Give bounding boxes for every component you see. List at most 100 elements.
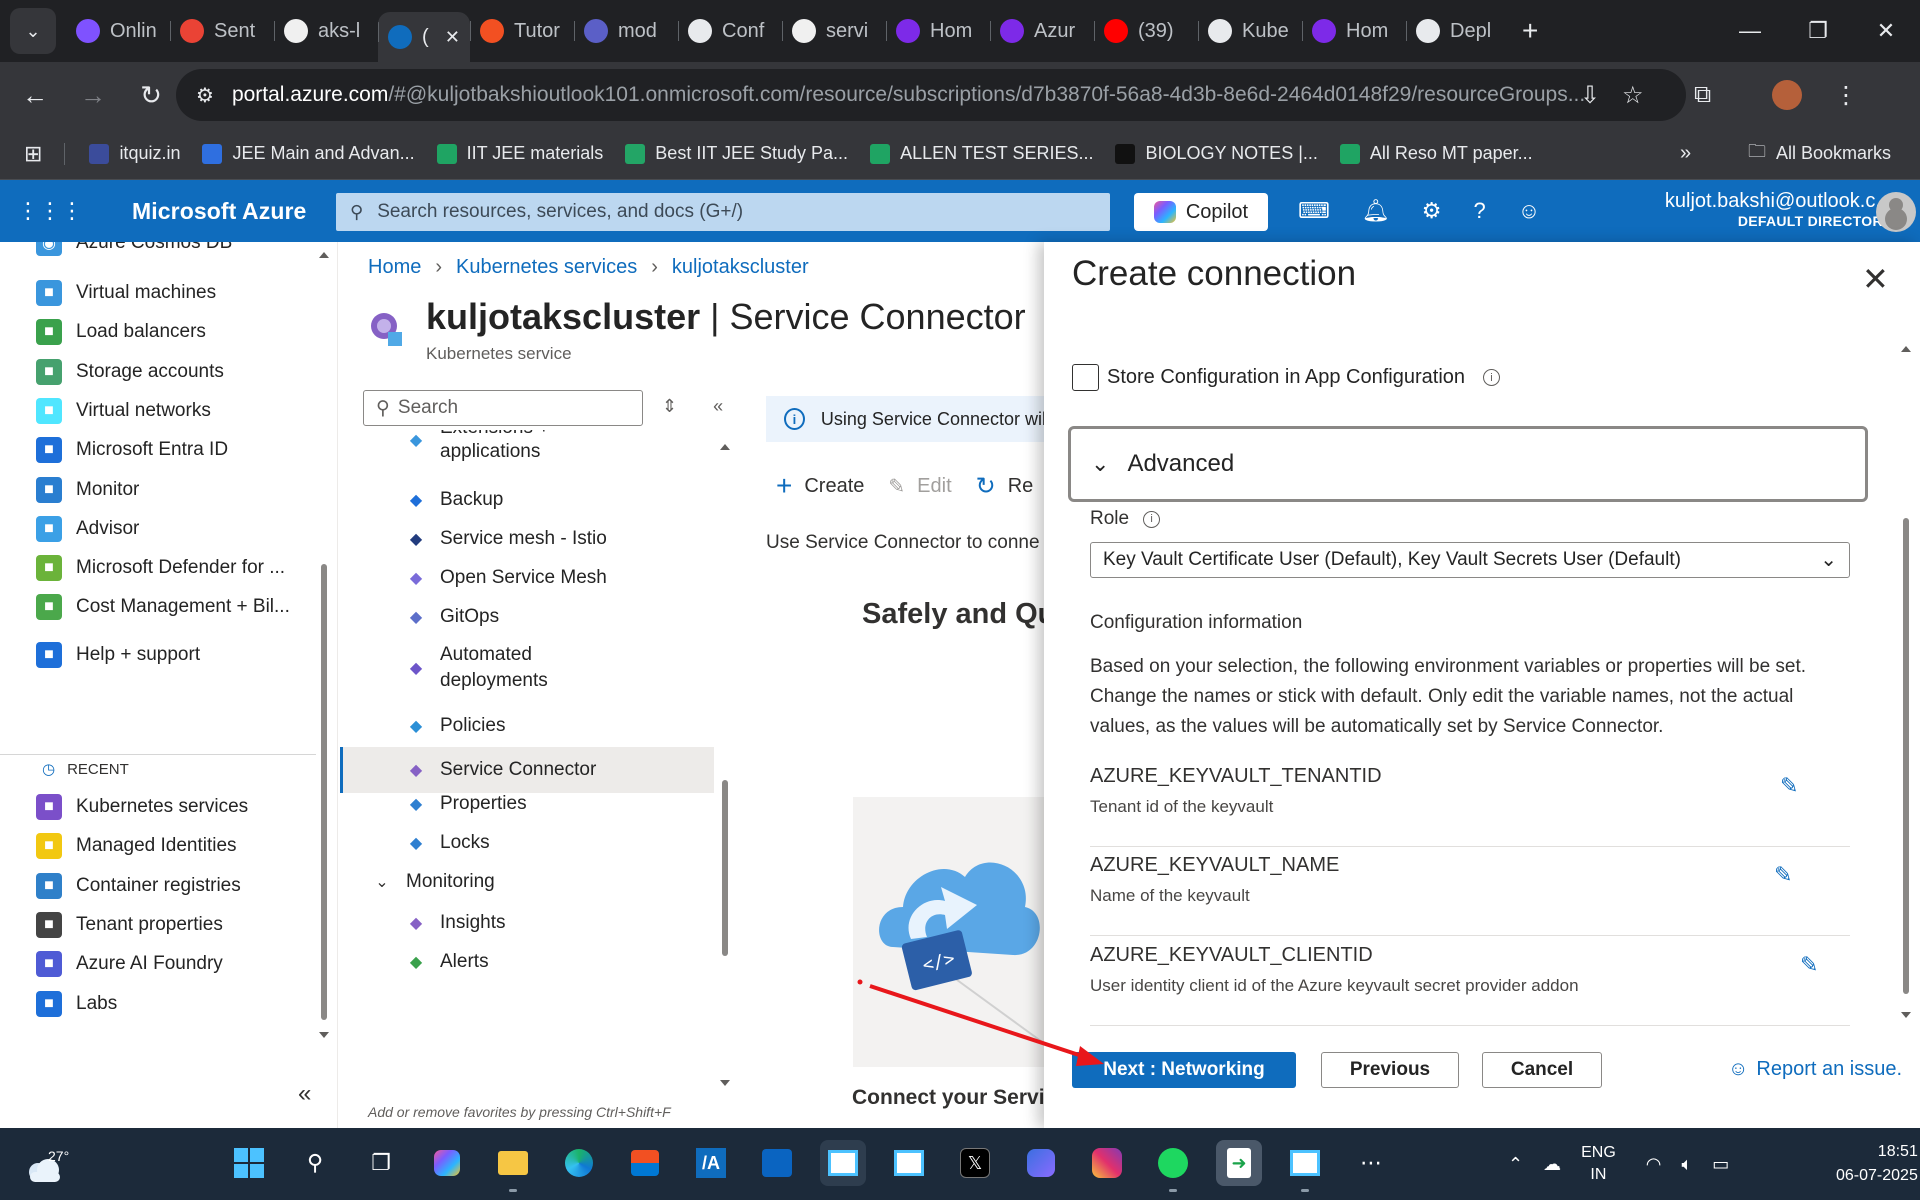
browser-tab[interactable]: Conf	[678, 11, 782, 51]
browser-menu-icon[interactable]: ⋮	[1834, 81, 1858, 110]
resource-menu-item[interactable]: ◆ Backup	[340, 482, 714, 518]
browser-tab[interactable]: Sent	[170, 11, 274, 51]
all-bookmarks-button[interactable]: 🗀 All Bookmarks	[1748, 139, 1891, 169]
resource-menu-item[interactable]: ◆ Automated deployments	[340, 640, 714, 696]
browser-tab[interactable]: Depl	[1406, 11, 1510, 51]
profile-avatar[interactable]	[1772, 80, 1802, 110]
resource-menu-item[interactable]: ◆ Open Service Mesh	[340, 560, 714, 596]
forward-button[interactable]: →	[70, 80, 116, 111]
browser-tab[interactable]: Kube	[1198, 11, 1302, 51]
settings-gear-icon[interactable]: ⚙	[1422, 198, 1442, 224]
site-info-icon[interactable]: ⚙	[196, 83, 214, 108]
volume-icon[interactable]: 🔈︎	[1681, 1154, 1692, 1175]
edit-pencil-icon[interactable]: ✎	[1780, 773, 1798, 799]
expand-collapse-icon[interactable]: ⇕	[662, 396, 677, 417]
store-config-checkbox[interactable]	[1072, 364, 1099, 391]
panel-scrollbar[interactable]	[1900, 342, 1912, 1022]
browser-tab[interactable]: Azur	[990, 11, 1094, 51]
onedrive-icon[interactable]: ☁	[1543, 1154, 1561, 1175]
browser-tab[interactable]: Tutor	[470, 11, 574, 51]
remote-app-icon[interactable]: ➜	[1216, 1140, 1262, 1186]
copilot-button[interactable]: Copilot	[1134, 193, 1268, 231]
nav-item[interactable]: ■ Storage accounts	[36, 358, 224, 385]
feedback-icon[interactable]: ☺	[1518, 198, 1540, 224]
browser-tab[interactable]: mod	[574, 11, 678, 51]
nav-item[interactable]: ■ Microsoft Entra ID	[36, 437, 228, 464]
bookmark-item[interactable]: Best IIT JEE Study Pa...	[625, 143, 848, 164]
next-networking-button[interactable]: Next : Networking	[1072, 1052, 1296, 1088]
resource-menu-item[interactable]: ◆ Insights	[340, 905, 714, 941]
spotify-icon[interactable]	[1150, 1140, 1196, 1192]
nav-item[interactable]: ■ Microsoft Defender for ...	[36, 555, 285, 582]
close-tab-icon[interactable]: ✕	[445, 27, 460, 48]
breadcrumb-cluster[interactable]: kuljotakscluster	[672, 256, 809, 279]
resource-menu-item[interactable]: ◆ Properties	[340, 786, 714, 822]
nav-item[interactable]: ■ Kubernetes services	[36, 794, 248, 820]
resource-menu-item[interactable]: ◆ Locks	[340, 825, 714, 861]
reload-button[interactable]: ↻	[128, 80, 174, 111]
nav-item[interactable]: ■ Container registries	[36, 872, 241, 899]
azure-brand[interactable]: Microsoft Azure	[132, 198, 306, 225]
collapse-nav-icon[interactable]: «	[298, 1080, 311, 1108]
account-menu[interactable]: kuljot.bakshi@outlook.c... DEFAULT DIREC…	[1620, 190, 1892, 229]
close-panel-icon[interactable]: ✕	[1862, 260, 1889, 298]
extensions-icon[interactable]: ⧉	[1694, 81, 1711, 109]
battery-icon[interactable]: ▭	[1712, 1154, 1729, 1175]
back-button[interactable]: ←	[12, 80, 58, 111]
browser-tab[interactable]: (39)	[1094, 11, 1198, 51]
browser-tab[interactable]: (✕	[378, 12, 470, 62]
azure-app-icon[interactable]: /A	[688, 1140, 734, 1186]
wifi-icon[interactable]: ◠	[1646, 1154, 1662, 1175]
cloud-shell-icon[interactable]: ⌨	[1298, 198, 1330, 224]
app-window-icon[interactable]	[886, 1140, 932, 1186]
role-dropdown[interactable]: Key Vault Certificate User (Default), Ke…	[1090, 542, 1850, 578]
browser-tab[interactable]: aks-l	[274, 11, 378, 51]
nav-item[interactable]: ■ Labs	[36, 990, 117, 1017]
new-tab-button[interactable]: +	[1522, 15, 1538, 47]
create-command[interactable]: + Create	[776, 470, 864, 502]
copilot-app-icon[interactable]	[1018, 1140, 1064, 1186]
nav-item[interactable]: ■ Virtual machines	[36, 280, 216, 306]
nav-item[interactable]: ■ Cost Management + Bil...	[36, 594, 290, 621]
left-nav-scrollbar[interactable]	[318, 248, 330, 1048]
start-icon[interactable]	[226, 1140, 272, 1186]
nav-item[interactable]: ■ Azure AI Foundry	[36, 951, 223, 978]
copilot-taskbar-icon[interactable]	[424, 1140, 470, 1186]
nav-item[interactable]: ■ Help + support	[36, 642, 200, 668]
edit-pencil-icon[interactable]: ✎	[1800, 952, 1818, 978]
bookmark-item[interactable]: JEE Main and Advan...	[202, 143, 415, 164]
nav-item[interactable]: ■ Advisor	[36, 515, 139, 542]
file-explorer-icon[interactable]	[490, 1140, 536, 1192]
info-icon[interactable]: i	[1143, 510, 1161, 528]
store-icon[interactable]	[622, 1140, 668, 1186]
resource-menu-item[interactable]: ◆ Service mesh - Istio	[340, 521, 714, 557]
edit-command[interactable]: ✎ Edit	[888, 474, 951, 499]
remote-desktop-icon[interactable]	[820, 1140, 866, 1186]
advanced-section-toggle[interactable]: ⌄ Advanced	[1068, 426, 1868, 502]
more-apps-icon[interactable]: ⋯	[1348, 1140, 1394, 1186]
bookmark-star-icon[interactable]: ☆	[1622, 81, 1644, 110]
nav-item[interactable]: ■ Managed Identities	[36, 833, 237, 860]
restore-icon[interactable]: ❐	[1784, 0, 1852, 62]
nav-item-cosmos-db[interactable]: ◉ Azure Cosmos DB	[36, 242, 232, 256]
nav-item[interactable]: ■ Monitor	[36, 476, 139, 503]
global-search-input[interactable]: ⚲ Search resources, services, and docs (G…	[336, 193, 1110, 231]
refresh-command[interactable]: ↻ Re	[976, 472, 1034, 501]
breadcrumb-home[interactable]: Home	[368, 256, 421, 279]
resource-menu-item[interactable]: ◆ GitOps	[340, 599, 714, 635]
instagram-icon[interactable]	[1084, 1140, 1130, 1186]
help-icon[interactable]: ?	[1473, 198, 1485, 224]
tab-search-menu[interactable]: ⌄	[10, 8, 56, 54]
minimize-icon[interactable]: —	[1716, 0, 1784, 62]
browser-tab[interactable]: Hom	[886, 11, 990, 51]
resource-menu-item[interactable]: ◆ Alerts	[340, 944, 714, 980]
breadcrumb-kubernetes-services[interactable]: Kubernetes services	[456, 256, 637, 279]
report-issue-link[interactable]: ☺ Report an issue.	[1728, 1058, 1902, 1081]
clock[interactable]: 18:51 06-07-2025	[1836, 1140, 1918, 1188]
more-bookmarks-icon[interactable]: »	[1680, 142, 1691, 165]
edit-pencil-icon[interactable]: ✎	[1774, 862, 1792, 888]
browser-tab[interactable]: Onlin	[66, 11, 170, 51]
bookmark-item[interactable]: itquiz.in	[89, 143, 180, 164]
cancel-button[interactable]: Cancel	[1482, 1052, 1602, 1088]
install-app-icon[interactable]: ⇩	[1580, 81, 1600, 110]
